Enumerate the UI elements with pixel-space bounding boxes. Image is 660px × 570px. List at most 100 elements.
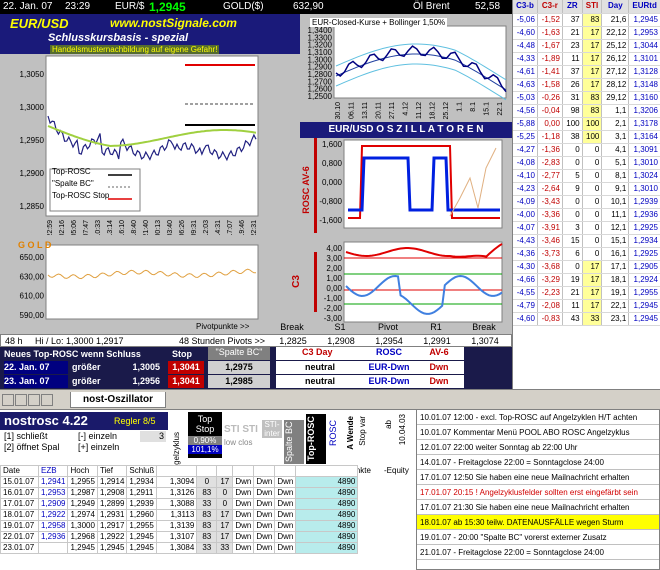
history-cell: 1,3094 [156,476,198,488]
equity-header: -Equity [384,466,409,475]
tab-nost-oszillator[interactable]: nost-Oszillator [70,392,166,408]
right-cell: 3,1 [601,130,630,144]
signal-spalte-1: 1,2985 [208,375,270,388]
x-tick-label: 13.11 [362,102,369,119]
message-item[interactable]: 19.01.07 - 20:00 "Spalte BC" vorerst ext… [417,530,659,545]
tab-scroll-first[interactable] [28,394,40,406]
message-item[interactable]: 14.01.07 - Freitagclose 22:00 = Sonntagc… [417,455,659,470]
signal-cond-1: größer [72,376,101,386]
history-header-9 [253,465,276,477]
einzeln-minus-option[interactable]: [-] einzeln [78,431,117,441]
x-tick-label: 12:03 [203,220,210,235]
right-cell: 29,12 [601,91,630,105]
y-tick-label: 1,2900 [20,169,45,178]
history-cell: 1,2949 [67,498,98,510]
history-cell: Dwn [253,487,276,499]
schliesst-option[interactable]: [1] schließt [4,431,48,441]
right-cell: 17 [582,65,603,79]
oeffnet-option[interactable]: [2] öffnet Spal [4,442,59,452]
history-cell: 1,3088 [156,498,198,510]
right-data-table: C3-b C3-r ZR STI Day EURtd -5,06 -1,52 37 83 21,6… [512,0,660,389]
right-cell: 17 [582,286,603,300]
wende-header: A Wende [346,416,355,450]
right-cell: -3,73 [537,247,563,261]
tab-scroll-right[interactable] [15,394,27,406]
right-cell: -1,63 [537,26,563,40]
bollinger-chart: 1,34001,33001,32001,31001,30001,29001,28… [300,14,512,122]
y-tick-label: 0,800 [322,159,343,168]
y-tick-label: -1,600 [319,216,342,225]
message-item[interactable]: 18.01.07 ab 15:30 teilw. DATENAUSFÄLLE w… [417,515,659,530]
right-cell: 15 [562,234,583,248]
pivot-break-high: Break [472,322,496,332]
right-cell: -4,23 [513,182,538,196]
chart-subtitle: Schlusskursbasis - spezial [48,32,189,44]
right-table-row: -4,60 -0,83 43 33 23,1 1,2945 [513,312,660,326]
history-cell: 1,2934 [126,476,158,488]
right-cell: 1,2955 [628,286,660,300]
history-cell: Dwn [232,509,255,521]
sti-header: STI STI [224,424,258,435]
legend-top-rosc: Top-ROSC [52,167,91,176]
right-cell: 1,2925 [628,247,660,261]
top-ticker-bar: 22. Jan. 07 23:29 EUR/$ 1,2945 GOLD($) 6… [0,0,512,14]
right-table-row: -4,07 -3,91 3 0 12,1 1,2925 [513,221,660,235]
tab-scroll-left[interactable] [2,394,14,406]
right-cell: 1,3164 [628,130,660,144]
history-cell: 1,2955 [126,520,158,532]
signal-stop-1: 1,3041 [168,375,204,388]
history-cell: 17 [216,520,234,532]
right-cell: 1,3010 [628,156,660,170]
right-cell: 26 [562,78,583,92]
message-item[interactable]: 10.01.07 12:00 - excl. Top-ROSC auf Ange… [417,410,659,425]
signal-c3-0: neutral [276,361,364,374]
history-header-4: Schluß [126,465,158,477]
right-cell: 0,00 [537,117,563,131]
right-cell: 15,1 [601,234,630,248]
y-tick-label: -0,800 [319,197,342,206]
main-chart-header: EUR/USD www.nostSignale.com Schlusskursb… [0,14,300,54]
history-row: 23.01.07 1,2945 1,2945 1,2945 1,3084 33 33 Dwn D… [0,542,359,554]
legend-spalte-bc: "Spalte BC" [52,179,94,188]
oil-label: Öl Brent [413,1,450,12]
history-header-10 [274,465,297,477]
history-cell: 1,2941 [37,476,69,488]
signal-av6-0: Dwn [414,361,464,374]
right-table-row: -5,88 0,00 100 100 2,1 1,3178 [513,117,660,131]
x-tick-label: 11.12 [416,102,423,119]
message-item[interactable]: 10.01.07 Kommentar Menü POOL ABO ROSC An… [417,425,659,440]
y-tick-label: -1,00 [324,294,343,303]
right-cell: 17 [582,260,603,274]
right-cell: 27,12 [601,65,630,79]
ab-date-header: 10.04.03 [398,414,407,446]
message-item[interactable]: 12.01.07 22:00 weiter Sonntag ab 22:00 U… [417,440,659,455]
history-row: 17.01.07 1,2909 1,2949 1,2899 1,2939 1,3088 33… [0,498,359,510]
x-tick-label: 03:40 [167,220,174,235]
message-item[interactable]: 21.01.07 - Freitagclose 22:00 = Sonntagc… [417,545,659,560]
history-header-0: Date [0,465,39,477]
right-cell: -1,58 [537,78,563,92]
signal-header: Neues Top-ROSC wenn Schluss [4,349,141,359]
message-item[interactable]: 17.01.07 20:15 ! Angelzyklusfelder sollt… [417,485,659,500]
message-item[interactable]: 17.01.07 12:50 Sie haben eine neue Mailn… [417,470,659,485]
right-cell: 0 [582,247,603,261]
right-cell: 0 [562,260,583,274]
history-cell: 1,2936 [37,531,69,543]
message-item[interactable]: 17.01.07 21:30 Sie haben eine neue Mailn… [417,500,659,515]
main-price-chart: 1,3050 1,3000 1,2950 1,2900 1,2850 22:59 02:16… [0,54,300,235]
einzeln-plus-option[interactable]: [+] einzeln [78,442,119,452]
hilo-values: Hi / Lo: 1,3000 1,2917 [35,335,124,346]
right-table-row: -4,61 -1,41 37 17 27,12 1,3128 [513,65,660,79]
count-field[interactable]: 3 [140,431,166,442]
right-cell: -3,46 [537,234,563,248]
tab-scroll-last[interactable] [41,394,53,406]
right-cell: 0 [582,221,603,235]
right-cell: 1,3178 [628,117,660,131]
x-tick-label: 14:31 [215,220,222,235]
right-cell: 1,3010 [628,182,660,196]
right-cell: -4,43 [513,234,538,248]
oszillator-title: EUR/USD O S Z I L L A T O R E N [300,122,512,138]
right-cell: 6 [562,247,583,261]
right-header-4: Day [601,0,630,14]
right-cell: 23 [562,39,583,53]
